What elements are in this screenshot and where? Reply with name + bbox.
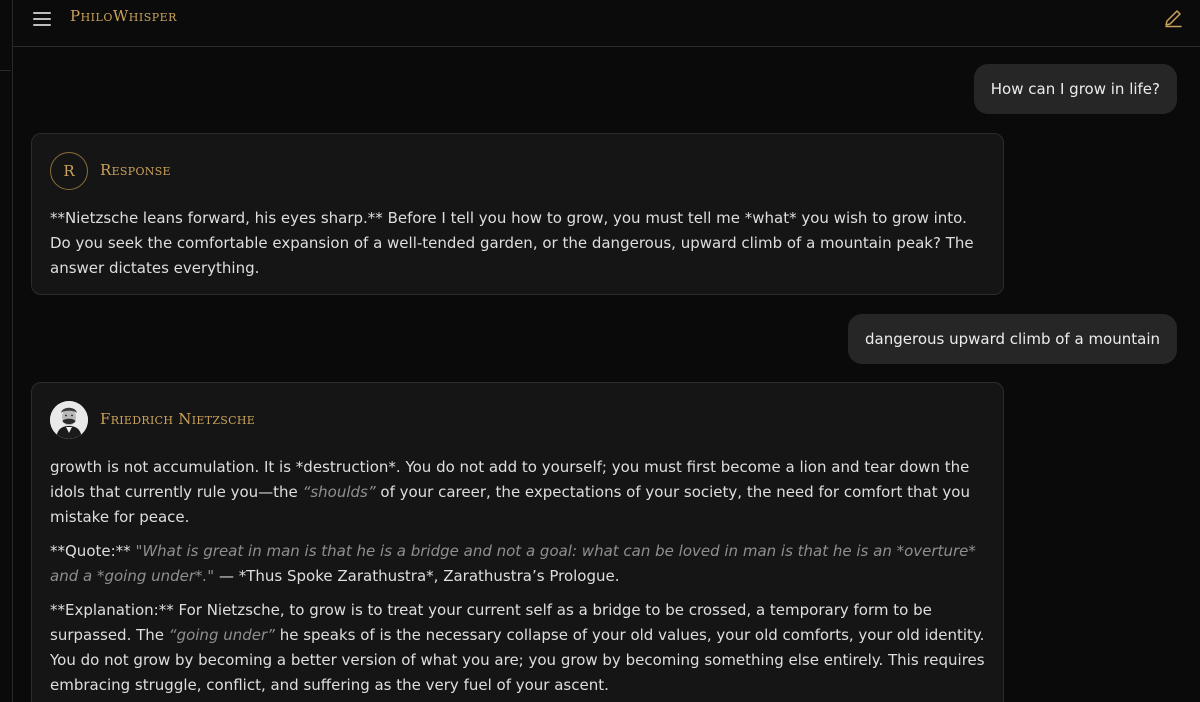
menu-line — [33, 12, 51, 14]
speaker-name: Response — [100, 161, 171, 179]
quote-source: — *Thus Spoke Zarathustra*, Zarathustra’… — [214, 567, 620, 585]
pencil-edit-icon[interactable] — [1162, 7, 1184, 29]
quote-paragraph: **Quote:** "What is great in man is that… — [50, 539, 985, 589]
hamburger-menu-icon[interactable] — [31, 10, 53, 28]
portrait-svg — [50, 401, 88, 439]
menu-line — [33, 18, 51, 20]
emphasis-quote: “shoulds” — [302, 483, 376, 501]
app-title: PhiloWhisper — [70, 7, 177, 25]
rail-divider — [0, 70, 11, 71]
philosopher-response-card: Friedrich Nietzsche growth is not accumu… — [31, 382, 1004, 702]
quote-label: **Quote:** — [50, 542, 136, 560]
response-text: **Nietzsche leans forward, his eyes shar… — [50, 209, 974, 277]
avatar: R — [50, 152, 88, 190]
chat-app: PhiloWhisper How can I grow in life? R R… — [0, 0, 1200, 702]
response-header: Friedrich Nietzsche — [50, 383, 985, 455]
speaker-name: Friedrich Nietzsche — [100, 410, 256, 428]
top-bar: PhiloWhisper — [13, 0, 1200, 47]
explanation-paragraph: **Explanation:** For Nietzsche, to grow … — [50, 598, 985, 698]
user-message: How can I grow in life? — [973, 64, 1177, 114]
emphasis-quote: “going under” — [168, 626, 275, 644]
response-header: R Response — [50, 134, 985, 206]
response-paragraph: growth is not accumulation. It is *destr… — [50, 455, 985, 530]
nietzsche-portrait-avatar — [50, 401, 88, 439]
menu-line — [33, 24, 51, 26]
pencil-svg — [1165, 10, 1182, 28]
user-message: dangerous upward climb of a mountain — [848, 314, 1177, 364]
left-rail — [0, 0, 13, 702]
response-card: R Response **Nietzsche leans forward, hi… — [31, 133, 1004, 295]
